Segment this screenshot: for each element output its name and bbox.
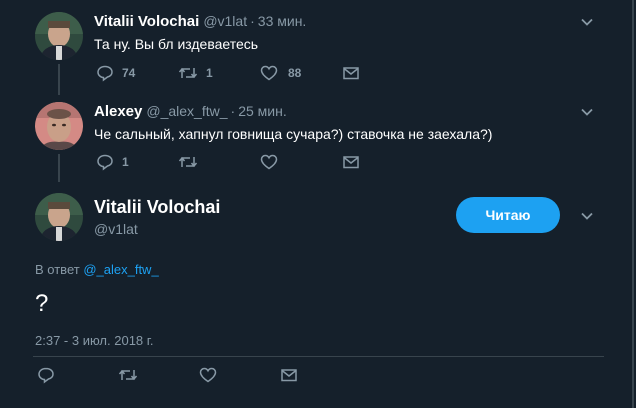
- reply-icon: [97, 154, 113, 171]
- dm-button[interactable]: [342, 153, 360, 171]
- author-name[interactable]: Vitalii Volochai: [94, 197, 220, 218]
- heart-icon: [260, 154, 278, 170]
- retweet-icon: [178, 156, 198, 168]
- tweet-actions: 74 1 88: [96, 64, 360, 82]
- author-handle[interactable]: @v1lat: [203, 13, 247, 29]
- separator-dot: ·: [250, 13, 255, 29]
- tweet-text: Та ну. Вы бл издеваетесь: [94, 36, 259, 52]
- reply-count: 74: [122, 66, 136, 80]
- dm-button[interactable]: [342, 64, 360, 82]
- panel-border: [632, 0, 634, 408]
- reply-context: В ответ @_alex_ftw_: [35, 262, 159, 277]
- like-button[interactable]: 88: [260, 64, 342, 82]
- mail-icon: [343, 156, 359, 169]
- heart-icon: [260, 65, 278, 81]
- chevron-down-icon[interactable]: [580, 209, 594, 223]
- author-name[interactable]: Vitalii Volochai: [94, 13, 199, 30]
- reply-count: 1: [122, 155, 129, 169]
- follow-button[interactable]: Читаю: [456, 197, 560, 233]
- like-count: 88: [288, 66, 302, 80]
- tweet-text: ?: [35, 290, 49, 317]
- tweet-header: Alexey @_alex_ftw_ · 25 мин.: [94, 103, 287, 120]
- tweet-text: Че сальный, хапнул говнища сучара?) став…: [94, 126, 493, 142]
- chevron-down-icon[interactable]: [580, 15, 594, 29]
- separator-dot: ·: [230, 103, 236, 119]
- retweet-count: 1: [206, 66, 213, 80]
- retweet-icon: [118, 369, 138, 381]
- tweet-time[interactable]: 33 мин.: [258, 13, 307, 29]
- reply-icon: [38, 367, 54, 384]
- tweet-header: Vitalii Volochai @v1lat · 33 мин.: [94, 13, 306, 30]
- author-handle[interactable]: @_alex_ftw_: [146, 103, 227, 119]
- avatar[interactable]: [35, 12, 83, 60]
- tweet-time[interactable]: 25 мин.: [238, 103, 287, 119]
- reply-to-link[interactable]: @_alex_ftw_: [83, 262, 158, 277]
- reply-button[interactable]: 74: [96, 64, 178, 82]
- retweet-button[interactable]: [118, 366, 199, 384]
- retweet-button[interactable]: [178, 153, 260, 171]
- reply-icon: [97, 65, 113, 82]
- retweet-button[interactable]: 1: [178, 64, 260, 82]
- chevron-down-icon[interactable]: [580, 105, 594, 119]
- heart-icon: [199, 367, 217, 383]
- reply-button[interactable]: [37, 366, 118, 384]
- thread-line: [58, 154, 60, 182]
- tweet-actions: 1: [96, 153, 360, 171]
- avatar[interactable]: [35, 193, 83, 241]
- reply-button[interactable]: 1: [96, 153, 178, 171]
- tweet-timestamp[interactable]: 2:37 - 3 июл. 2018 г.: [35, 333, 154, 348]
- dm-button[interactable]: [280, 366, 298, 384]
- retweet-icon: [178, 67, 198, 79]
- like-button[interactable]: [260, 153, 342, 171]
- reply-prefix: В ответ: [35, 262, 80, 277]
- mail-icon: [343, 67, 359, 80]
- divider: [33, 356, 604, 357]
- author-handle[interactable]: @v1lat: [94, 221, 138, 237]
- avatar[interactable]: [35, 102, 83, 150]
- like-button[interactable]: [199, 366, 280, 384]
- thread-line: [58, 64, 60, 95]
- mail-icon: [281, 369, 297, 382]
- tweet-actions: [37, 366, 298, 384]
- author-name[interactable]: Alexey: [94, 103, 142, 120]
